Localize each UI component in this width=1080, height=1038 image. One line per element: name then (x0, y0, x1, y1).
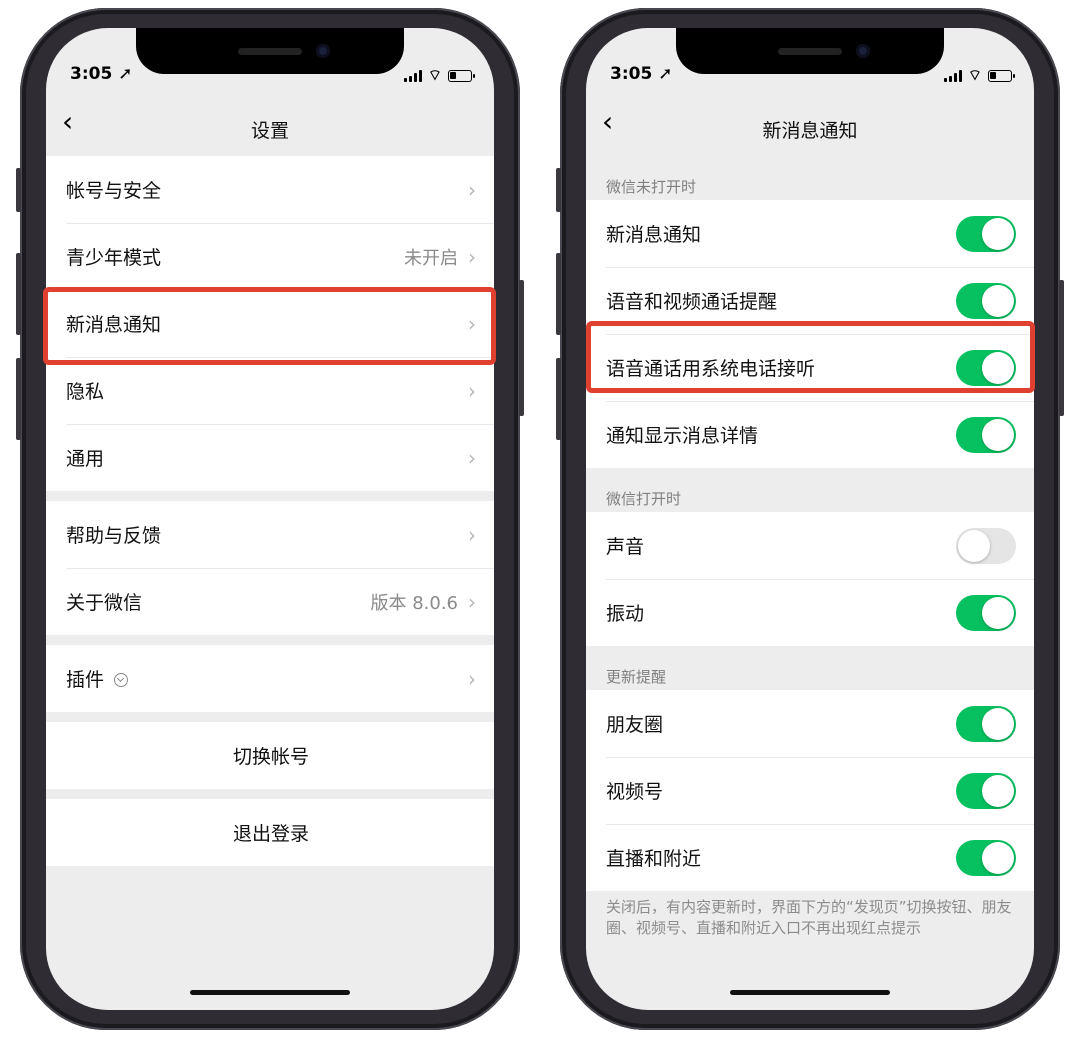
section-header: 微信未打开时 (606, 178, 697, 196)
speaker (238, 48, 302, 55)
mute-switch (556, 168, 561, 212)
settings-list: 帐号与安全 › 青少年模式 未开启 › 新消息通知 › 隐私 › 通用 › 帮助… (46, 156, 494, 866)
battery-icon (988, 69, 1015, 82)
item-label: 隐私 (66, 381, 105, 403)
switch-account-button[interactable]: 切换帐号 (46, 722, 494, 789)
toggle-switch[interactable] (956, 772, 1016, 809)
chevron-right-icon: › (468, 378, 476, 403)
toggle-row-live-nearby: 直播和附近 (586, 824, 1034, 891)
item-label-wrap: 插件 (66, 665, 468, 692)
chevron-right-icon: › (468, 522, 476, 547)
item-label: 振动 (606, 603, 645, 625)
wifi-icon: ⌔ (427, 66, 442, 84)
chevron-right-icon: › (468, 445, 476, 470)
toggle-row-new-message-notification: 新消息通知 (586, 200, 1034, 267)
lightbulb-icon (114, 673, 129, 687)
front-camera (856, 44, 870, 58)
toggle-switch[interactable] (956, 594, 1016, 631)
nav-bar: ‹ 新消息通知 (586, 98, 1034, 156)
toggle-switch[interactable] (956, 527, 1016, 564)
item-label: 通用 (66, 448, 105, 470)
wifi-icon: ⌔ (967, 66, 982, 84)
speaker (778, 48, 842, 55)
battery-icon (448, 69, 475, 82)
item-label: 插件 (66, 669, 105, 691)
item-value: 版本 8.0.6 (370, 592, 458, 614)
toggle-switch[interactable] (956, 705, 1016, 742)
mute-switch (16, 168, 21, 212)
logout-button[interactable]: 退出登录 (46, 799, 494, 866)
item-label: 帮助与反馈 (66, 525, 162, 547)
toggle-switch[interactable] (956, 282, 1016, 319)
toggle-row-channels: 视频号 (586, 757, 1034, 824)
item-label: 朋友圈 (606, 714, 664, 736)
toggle-switch[interactable] (956, 416, 1016, 453)
signal-icon (943, 69, 962, 82)
phone-frame-right: 3:05 ➚ ⌔ ‹ 新消息通知 微信未打开时 新消息通知 语音和视频通话提醒 … (556, 8, 1064, 1030)
page-title: 设置 (250, 120, 289, 142)
highlight-box-system-phone-answer (586, 321, 1035, 393)
power-button (519, 280, 524, 416)
toggle-row-show-message-details: 通知显示消息详情 (586, 401, 1034, 468)
notification-settings-screen: 3:05 ➚ ⌔ ‹ 新消息通知 微信未打开时 新消息通知 语音和视频通话提醒 … (586, 28, 1034, 1010)
chevron-right-icon: › (468, 177, 476, 202)
chevron-right-icon: › (468, 244, 476, 269)
phone-frame-left: 3:05 ➚ ⌔ ‹ 设置 帐号与安全 › 青少年模式 未开启 › 新消息通知 … (16, 8, 524, 1030)
item-label: 视频号 (606, 781, 664, 803)
settings-item-about[interactable]: 关于微信 版本 8.0.6 › (46, 568, 494, 635)
front-camera (316, 44, 330, 58)
toggle-switch[interactable] (956, 215, 1016, 252)
item-label: 青少年模式 (66, 247, 162, 269)
nav-bar: ‹ 设置 (46, 98, 494, 156)
item-value: 未开启 (404, 247, 458, 269)
settings-item-teen-mode[interactable]: 青少年模式 未开启 › (46, 223, 494, 290)
home-indicator[interactable] (730, 990, 890, 995)
item-label: 新消息通知 (606, 224, 702, 246)
toggle-row-vibration: 振动 (586, 579, 1034, 646)
chevron-right-icon: › (468, 666, 476, 691)
volume-up-button (556, 253, 561, 335)
toggle-switch[interactable] (956, 839, 1016, 876)
status-time: 3:05 ➚ (610, 64, 673, 84)
footnote-text: 关闭后，有内容更新时，界面下方的“发现页”切换按钮、朋友圈、视频号、直播和附近入… (606, 898, 1012, 937)
section-header: 微信打开时 (606, 490, 682, 508)
item-label: 帐号与安全 (66, 180, 162, 202)
item-label: 直播和附近 (606, 848, 702, 870)
status-icons: ⌔ (403, 66, 475, 85)
location-arrow-icon: ➚ (118, 64, 133, 84)
settings-screen: 3:05 ➚ ⌔ ‹ 设置 帐号与安全 › 青少年模式 未开启 › 新消息通知 … (46, 28, 494, 1010)
item-label: 关于微信 (66, 592, 143, 614)
status-icons: ⌔ (943, 66, 1015, 85)
item-label: 语音和视频通话提醒 (606, 291, 778, 313)
settings-item-account-security[interactable]: 帐号与安全 › (46, 156, 494, 223)
settings-item-plugins[interactable]: 插件 › (46, 645, 494, 712)
item-label: 通知显示消息详情 (606, 425, 759, 447)
settings-item-privacy[interactable]: 隐私 › (46, 357, 494, 424)
settings-item-help-feedback[interactable]: 帮助与反馈 › (46, 501, 494, 568)
status-time: 3:05 ➚ (70, 64, 133, 84)
volume-down-button (556, 358, 561, 440)
item-label: 声音 (606, 536, 645, 558)
toggle-row-sound: 声音 (586, 512, 1034, 579)
notch (136, 28, 404, 74)
section-header: 更新提醒 (606, 668, 667, 686)
notification-settings-list: 微信未打开时 新消息通知 语音和视频通话提醒 语音通话用系统电话接听 通知显示消… (586, 156, 1034, 939)
chevron-right-icon: › (468, 589, 476, 614)
highlight-box-new-message-notification (43, 287, 496, 365)
volume-up-button (16, 253, 21, 335)
home-indicator[interactable] (190, 990, 350, 995)
signal-icon (403, 69, 422, 82)
location-arrow-icon: ➚ (658, 64, 673, 84)
volume-down-button (16, 358, 21, 440)
page-title: 新消息通知 (762, 120, 858, 142)
power-button (1059, 280, 1064, 416)
notch (676, 28, 944, 74)
settings-item-general[interactable]: 通用 › (46, 424, 494, 491)
toggle-row-moments: 朋友圈 (586, 690, 1034, 757)
